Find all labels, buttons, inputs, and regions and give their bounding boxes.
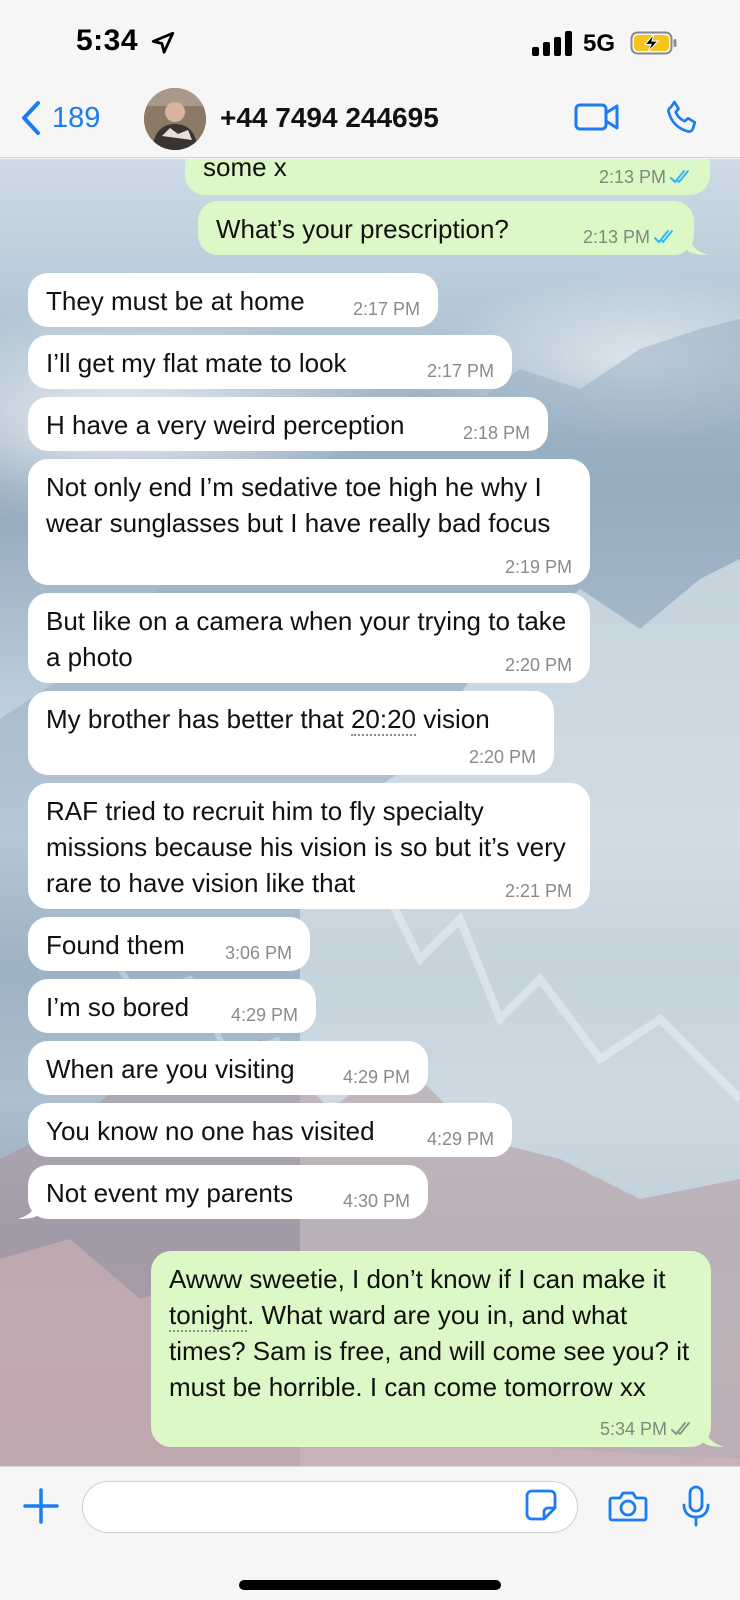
message-bubble-incoming[interactable]: But like on a camera when your trying to… [28, 593, 590, 683]
chat-header: 189 +44 7494 244695 [0, 88, 740, 158]
message-time: 4:29 PM [230, 1005, 298, 1025]
message-time: 2:13 PM [598, 167, 666, 187]
unread-count: 189 [52, 101, 101, 134]
network-type: 5G [583, 30, 616, 57]
home-indicator[interactable] [239, 1580, 501, 1590]
bubble-tail [704, 1427, 724, 1447]
message-text: vision [416, 704, 490, 734]
message-text: My brother has better that [46, 704, 351, 734]
location-arrow-icon [151, 31, 175, 54]
message-bubble-incoming[interactable]: Found them 3:06 PM [28, 917, 310, 971]
plus-icon[interactable] [22, 1487, 60, 1525]
phone-icon[interactable] [664, 98, 702, 136]
signal-icon [532, 30, 574, 56]
message-link[interactable]: tonight [169, 1300, 248, 1332]
message-bubble-incoming[interactable]: They must be at home 2:17 PM [28, 273, 438, 327]
message-bubble-incoming[interactable]: RAF tried to recruit him to fly specialt… [28, 783, 590, 909]
camera-icon[interactable] [608, 1489, 648, 1523]
status-bar: 5:34 5G [0, 0, 740, 88]
message-time: 2:21 PM [504, 881, 572, 901]
message-bubble-outgoing[interactable]: What’s your prescription? 2:13 PM [198, 201, 694, 255]
message-time: 2:18 PM [462, 423, 530, 443]
bubble-tail [688, 235, 708, 255]
message-bubble-incoming[interactable]: I’ll get my flat mate to look 2:17 PM [28, 335, 512, 389]
video-camera-icon[interactable] [574, 100, 620, 134]
double-check-icon [670, 170, 689, 184]
message-time: 4:29 PM [426, 1129, 494, 1149]
avatar[interactable] [144, 88, 206, 150]
message-input[interactable] [82, 1481, 578, 1533]
status-time: 5:34 [76, 24, 139, 57]
chat-area[interactable]: some x 2:13 PM What’s your prescription?… [0, 159, 740, 1466]
message-bubble-incoming[interactable]: Not only end I’m sedative toe high he wh… [28, 459, 590, 585]
message-text: H have a very weird perception [46, 410, 405, 440]
chevron-left-icon [22, 101, 40, 135]
microphone-icon[interactable] [681, 1485, 711, 1527]
message-bubble-outgoing[interactable]: some x 2:13 PM [185, 159, 710, 195]
message-time: 2:19 PM [504, 557, 572, 577]
double-check-icon [654, 230, 673, 244]
message-text: RAF tried to recruit him to fly specialt… [46, 796, 566, 898]
message-bubble-incoming[interactable]: Not event my parents 4:30 PM [28, 1165, 428, 1219]
message-time: 2:20 PM [468, 747, 536, 767]
battery-charging-icon [630, 31, 677, 55]
message-time: 2:13 PM [582, 227, 650, 247]
message-text: But like on a camera when your trying to… [46, 606, 567, 672]
message-text: Awww sweetie, I don’t know if I can make… [169, 1264, 666, 1294]
message-bubble-incoming[interactable]: My brother has better that 20:20 vision … [28, 691, 554, 775]
double-check-icon [671, 1422, 690, 1436]
message-time: 3:06 PM [224, 943, 292, 963]
message-bubble-incoming[interactable]: I’m so bored 4:29 PM [28, 979, 316, 1033]
message-time: 2:17 PM [352, 299, 420, 319]
message-time: 4:30 PM [342, 1191, 410, 1211]
message-bubble-incoming[interactable]: H have a very weird perception 2:18 PM [28, 397, 548, 451]
message-text: . What ward are you in, and what times? … [169, 1300, 690, 1402]
message-bubble-outgoing[interactable]: Awww sweetie, I don’t know if I can make… [151, 1251, 711, 1447]
message-bubble-incoming[interactable]: When are you visiting 4:29 PM [28, 1041, 428, 1095]
message-time: 5:34 PM [599, 1419, 667, 1439]
bubble-tail [18, 1199, 38, 1219]
back-button[interactable]: 189 [20, 100, 100, 136]
message-time: 2:20 PM [504, 655, 572, 675]
message-bubble-incoming[interactable]: You know no one has visited 4:29 PM [28, 1103, 512, 1157]
message-time: 2:17 PM [426, 361, 494, 381]
message-link[interactable]: 20:20 [350, 704, 417, 736]
sticker-icon[interactable] [524, 1488, 558, 1522]
contact-name[interactable]: +44 7494 244695 [220, 102, 439, 134]
message-time: 4:29 PM [342, 1067, 410, 1087]
message-text: Not only end I’m sedative toe high he wh… [46, 472, 551, 538]
